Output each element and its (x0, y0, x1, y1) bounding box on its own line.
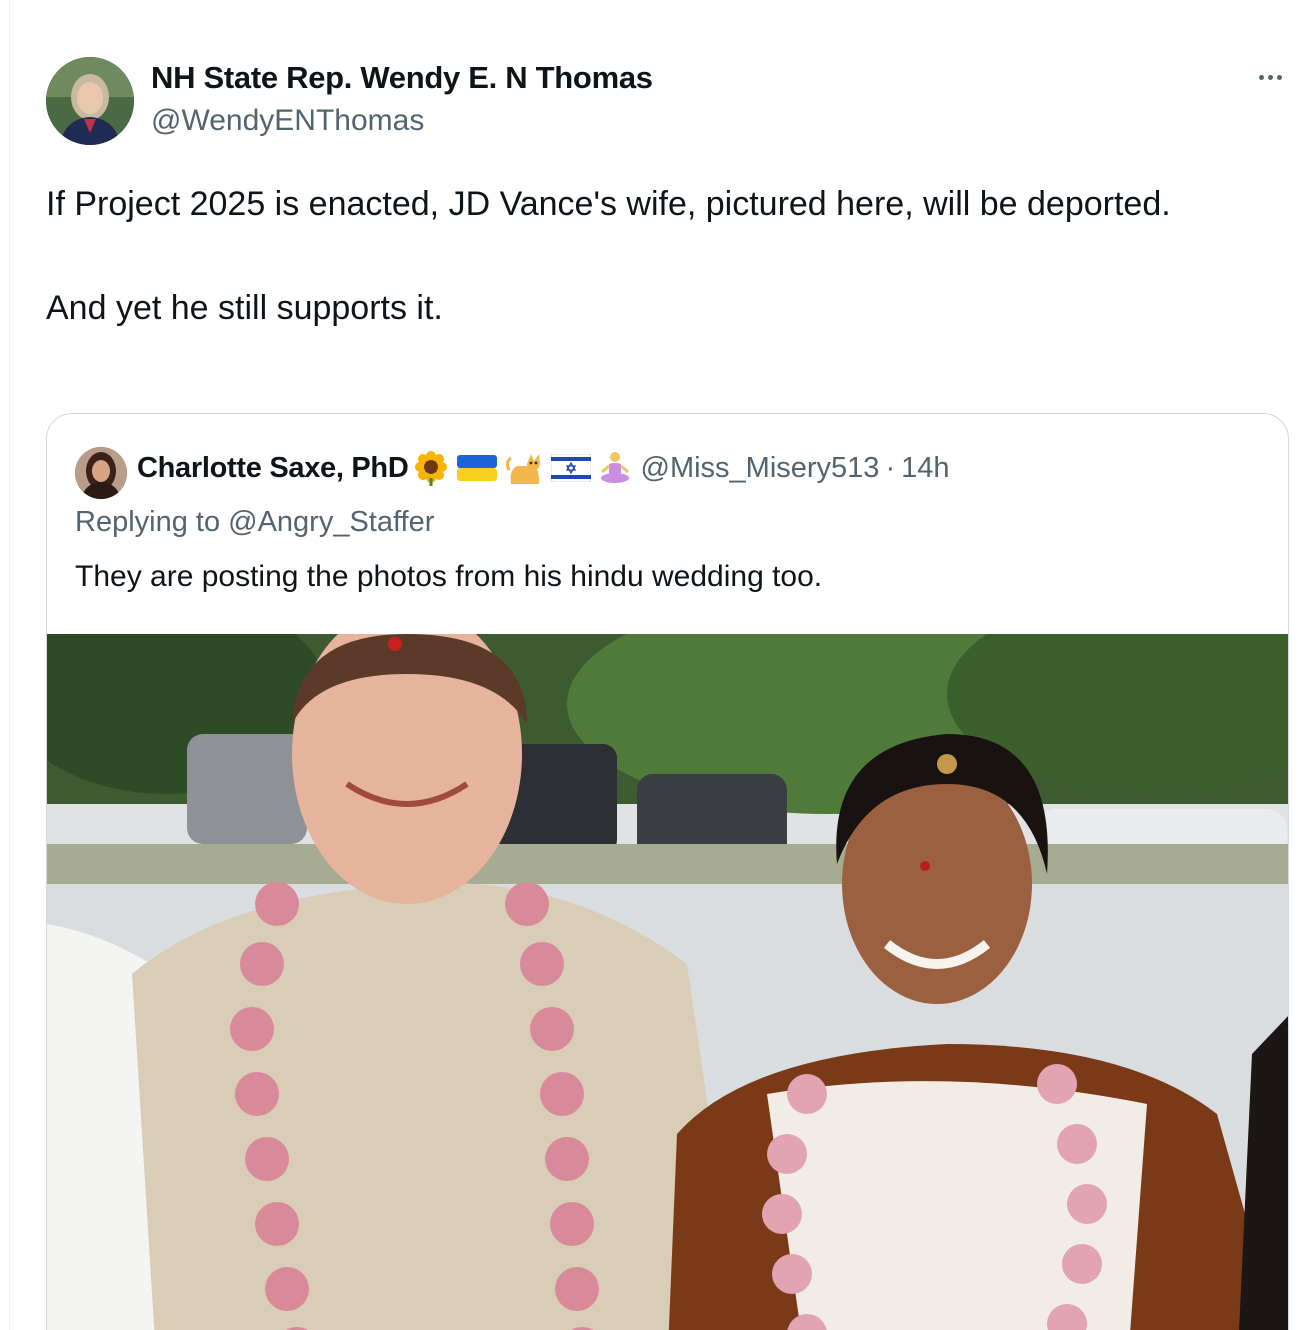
ukraine-flag-icon (456, 455, 497, 481)
quoted-tweet-photo[interactable] (47, 634, 1288, 1330)
dot-separator: · (885, 451, 896, 484)
cat-icon (505, 454, 540, 484)
quoted-author-name[interactable]: Charlotte Saxe, PhD (137, 452, 409, 485)
author-handle[interactable]: @WendyENThomas (151, 104, 424, 138)
author-display-name[interactable]: NH State Rep. Wendy E. N Thomas (151, 60, 653, 96)
sunflower-icon (414, 451, 447, 486)
more-options-button[interactable] (1252, 62, 1288, 92)
author-avatar[interactable] (46, 57, 134, 145)
quoted-tweet-card[interactable]: Charlotte Saxe, PhD @Miss_Misery513 · 14… (46, 413, 1289, 1330)
quoted-tweet-text: They are posting the photos from his hin… (75, 560, 823, 593)
tweet-text: If Project 2025 is enacted, JD Vance's w… (46, 185, 1171, 327)
israel-flag-icon (550, 454, 591, 482)
replying-to-text: Replying to @Angry_Staffer (75, 506, 435, 538)
quoted-timestamp[interactable]: 14h (901, 452, 949, 485)
person-lotus-icon (600, 452, 629, 483)
name-emoji-group (413, 448, 631, 488)
quoted-author-avatar[interactable] (75, 447, 127, 499)
timeline-border (9, 0, 10, 1330)
quoted-author-handle[interactable]: @Miss_Misery513 (641, 452, 880, 485)
quoted-tweet-header: Charlotte Saxe, PhD @Miss_Misery513 · 14… (137, 448, 950, 488)
tweet-view: NH State Rep. Wendy E. N Thomas @WendyEN… (0, 0, 1304, 1330)
more-horizontal-icon (1258, 74, 1264, 80)
